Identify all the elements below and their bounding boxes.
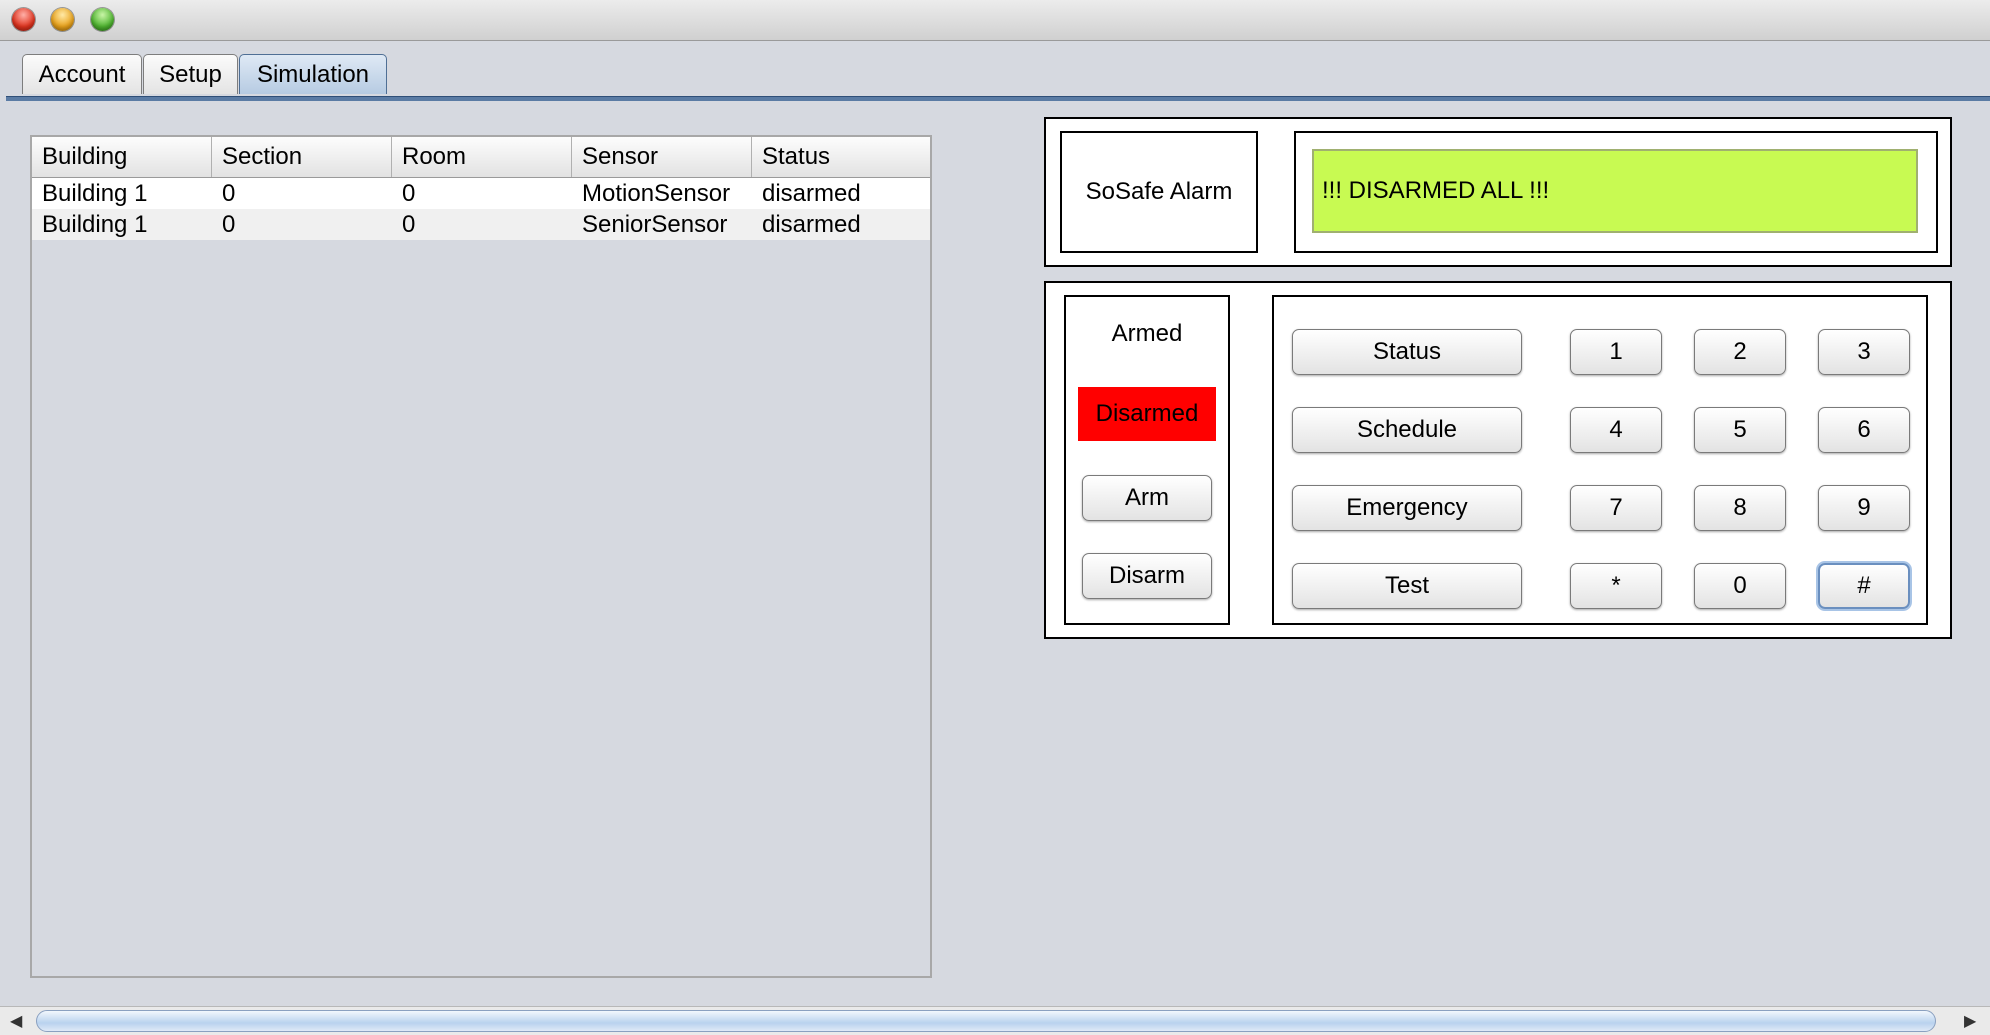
tab-underline [6, 96, 1990, 101]
table-header: Building Section Room Sensor Status [32, 137, 930, 178]
alarm-header-panel: SoSafe Alarm !!! DISARMED ALL !!! [1044, 117, 1952, 267]
key-1-button[interactable]: 1 [1570, 329, 1662, 375]
column-header-status[interactable]: Status [752, 137, 930, 177]
key-star-button[interactable]: * [1570, 563, 1662, 609]
arm-button[interactable]: Arm [1082, 475, 1212, 521]
cell-status: disarmed [762, 211, 861, 238]
scroll-left-arrow-icon[interactable]: ◀ [10, 1011, 22, 1031]
table-row[interactable]: Building 1 0 0 MotionSensor disarmed [32, 178, 930, 209]
alarm-display-frame: !!! DISARMED ALL !!! [1294, 131, 1938, 253]
cell-status: disarmed [762, 180, 861, 207]
scroll-right-arrow-icon[interactable]: ▶ [1964, 1011, 1976, 1031]
test-button[interactable]: Test [1292, 563, 1522, 609]
keypad-panel: Status Schedule Emergency Test 1 2 3 4 5… [1272, 295, 1928, 625]
key-6-button[interactable]: 6 [1818, 407, 1910, 453]
tab-strip: Account Setup Simulation [0, 40, 1990, 100]
disarm-button[interactable]: Disarm [1082, 553, 1212, 599]
sensor-table[interactable]: Building Section Room Sensor Status Buil… [30, 135, 932, 978]
tab-setup[interactable]: Setup [143, 54, 238, 94]
column-header-section[interactable]: Section [212, 137, 392, 177]
emergency-button[interactable]: Emergency [1292, 485, 1522, 531]
key-7-button[interactable]: 7 [1570, 485, 1662, 531]
status-button[interactable]: Status [1292, 329, 1522, 375]
tab-simulation[interactable]: Simulation [239, 54, 387, 94]
alarm-control-panel: Armed Disarmed Arm Disarm Status Schedul… [1044, 281, 1952, 639]
cell-room: 0 [402, 211, 416, 238]
key-8-button[interactable]: 8 [1694, 485, 1786, 531]
key-hash-button[interactable]: # [1818, 563, 1910, 609]
tab-account[interactable]: Account [22, 54, 142, 94]
key-5-button[interactable]: 5 [1694, 407, 1786, 453]
schedule-button[interactable]: Schedule [1292, 407, 1522, 453]
key-4-button[interactable]: 4 [1570, 407, 1662, 453]
key-0-button[interactable]: 0 [1694, 563, 1786, 609]
column-header-room[interactable]: Room [392, 137, 572, 177]
key-2-button[interactable]: 2 [1694, 329, 1786, 375]
cell-section: 0 [222, 211, 236, 238]
scrollbar-thumb[interactable] [36, 1010, 1936, 1032]
window-titlebar [0, 0, 1990, 41]
cell-section: 0 [222, 180, 236, 207]
arm-state-panel: Armed Disarmed Arm Disarm [1064, 295, 1230, 625]
column-header-building[interactable]: Building [32, 137, 212, 177]
cell-room: 0 [402, 180, 416, 207]
minimize-window-icon[interactable] [51, 8, 74, 31]
cell-sensor: MotionSensor [582, 180, 731, 207]
horizontal-scrollbar[interactable]: ◀ ▶ [0, 1006, 1990, 1035]
armed-indicator: Armed [1111, 320, 1183, 347]
key-9-button[interactable]: 9 [1818, 485, 1910, 531]
alarm-display-screen: !!! DISARMED ALL !!! [1312, 149, 1918, 233]
column-header-sensor[interactable]: Sensor [572, 137, 752, 177]
cell-sensor: SeniorSensor [582, 211, 728, 238]
disarmed-indicator: Disarmed [1078, 387, 1216, 441]
close-window-icon[interactable] [12, 8, 35, 31]
cell-building: Building 1 [42, 211, 148, 238]
table-row[interactable]: Building 1 0 0 SeniorSensor disarmed [32, 209, 930, 240]
zoom-window-icon[interactable] [91, 8, 114, 31]
key-3-button[interactable]: 3 [1818, 329, 1910, 375]
alarm-brand-label: SoSafe Alarm [1060, 131, 1258, 253]
cell-building: Building 1 [42, 180, 148, 207]
